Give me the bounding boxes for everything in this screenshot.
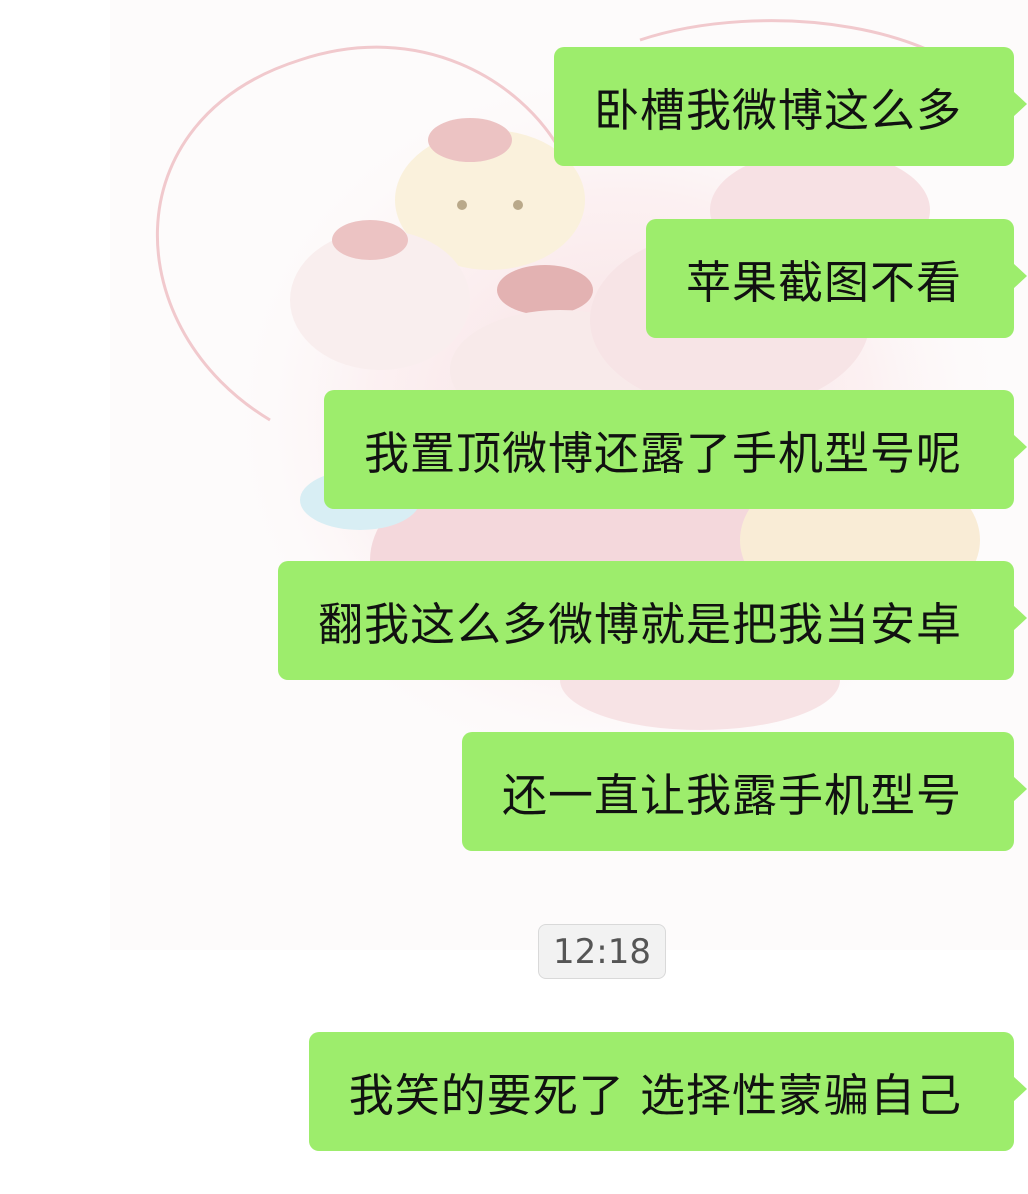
message-bubble[interactable]: 我置顶微博还露了手机型号呢 — [323, 390, 1027, 509]
bubble-tail — [1013, 776, 1027, 802]
bubble-tail — [1013, 434, 1027, 460]
bubble-tail — [1013, 1076, 1027, 1102]
message-text: 翻我这么多微博就是把我当安卓 — [317, 598, 962, 651]
bubble-tail — [1013, 605, 1027, 631]
bubble-tail — [1013, 263, 1027, 289]
message-bubble[interactable]: 我笑的要死了 选择性蒙骗自己 — [308, 1032, 1027, 1151]
message-bubble[interactable]: 还一直让我露手机型号 — [461, 732, 1027, 851]
message-bubble[interactable]: 卧槽我微博这么多 — [553, 47, 1027, 166]
timestamp-badge: 12:18 — [538, 924, 666, 979]
message-text: 还一直让我露手机型号 — [501, 769, 962, 822]
message-bubble[interactable]: 翻我这么多微博就是把我当安卓 — [277, 561, 1027, 680]
message-text: 苹果截图不看 — [685, 256, 962, 309]
message-text: 卧槽我微博这么多 — [593, 84, 962, 137]
bubble-tail — [1013, 91, 1027, 117]
message-text: 我置顶微博还露了手机型号呢 — [363, 427, 962, 480]
message-text: 我笑的要死了 选择性蒙骗自己 — [348, 1069, 962, 1122]
message-bubble[interactable]: 苹果截图不看 — [645, 219, 1027, 338]
